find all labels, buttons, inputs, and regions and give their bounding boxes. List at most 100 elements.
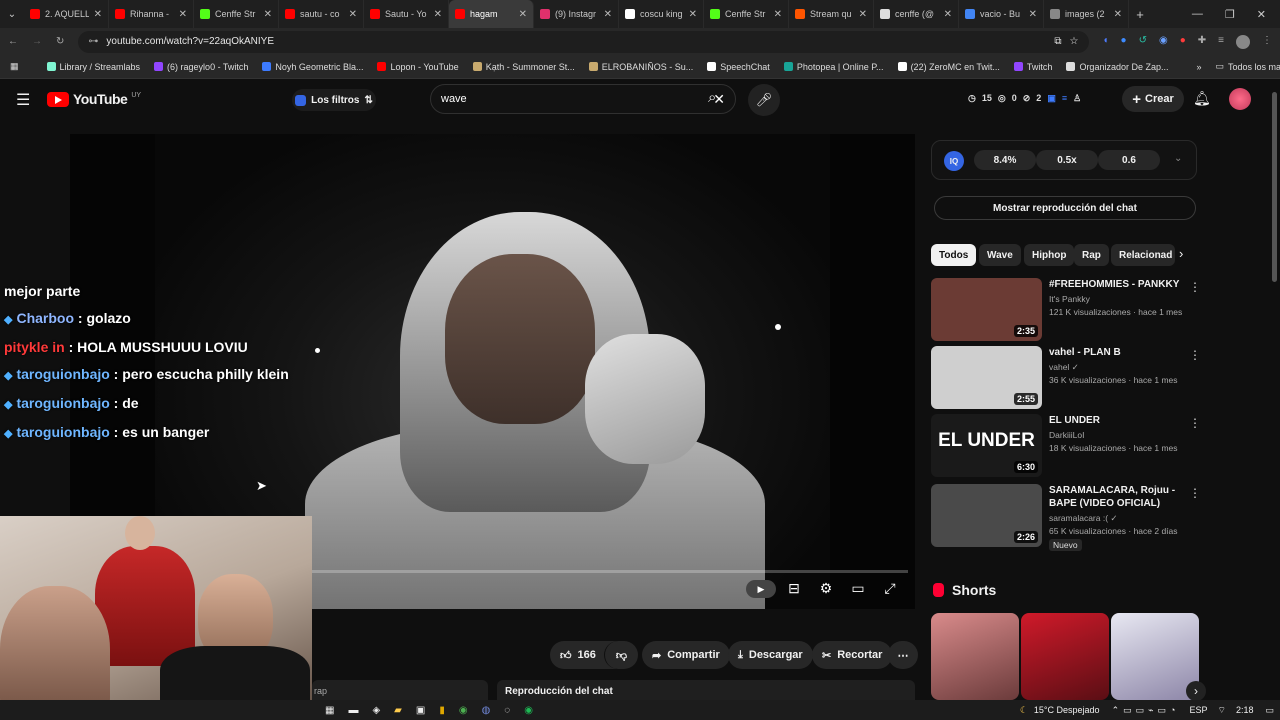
folder-icon[interactable]: ▰	[394, 705, 402, 716]
browser-tab[interactable]: Rihanna - ✕	[109, 0, 194, 28]
close-tab-icon[interactable]: ✕	[264, 9, 272, 20]
browser-tab[interactable]: images (2 ✕	[1044, 0, 1129, 28]
back-icon[interactable]: ←	[8, 36, 18, 47]
search-icon[interactable]: ⌕	[708, 89, 716, 106]
iq-icon[interactable]: IQ	[944, 151, 964, 171]
video-title[interactable]: #FREEHOMMIES - PANKKY	[1049, 278, 1189, 291]
trophy-icon[interactable]: ♙	[1073, 93, 1081, 104]
bookmark-item[interactable]: SpeechChat	[707, 62, 770, 72]
browser-tab[interactable]: sautu - co ✕	[279, 0, 364, 28]
bookmark-item[interactable]: Organizador De Zap...	[1066, 62, 1168, 72]
subtitles-icon[interactable]: ⊟	[784, 575, 804, 601]
browser-tab[interactable]: (9) Instagr ✕	[534, 0, 619, 28]
dislike-button[interactable]: 👎︎	[604, 641, 638, 669]
more-options-icon[interactable]: ⋮	[1189, 348, 1201, 362]
fullscreen-icon[interactable]: ⤢	[880, 575, 900, 601]
all-bookmarks[interactable]: ▭ Todos los marcadores	[1216, 61, 1280, 72]
taskbar-app-icon[interactable]: ▬	[348, 705, 358, 716]
system-tray-icons[interactable]: ⌃▭▭⌁▭◔	[1112, 705, 1180, 716]
browser-tab[interactable]: hagam ✕	[449, 0, 534, 28]
more-options-icon[interactable]: ⋮	[1189, 486, 1201, 500]
settings-gear-icon[interactable]: ⚙	[816, 575, 836, 601]
language-indicator[interactable]: ESP	[1189, 705, 1207, 715]
bookmark-star-icon[interactable]: ☆	[1070, 36, 1079, 47]
notifications-bell-icon[interactable]: 🔔︎	[1193, 90, 1211, 107]
video-thumbnail[interactable]: EL UNDER 6:30	[931, 414, 1042, 477]
site-info-icon[interactable]: ⊶	[88, 36, 98, 47]
browser-tab[interactable]: vacio - Bu ✕	[959, 0, 1044, 28]
notification-icon[interactable]: ▭	[1265, 705, 1274, 716]
discord-icon[interactable]: ◍	[482, 705, 491, 716]
browser-tab[interactable]: Stream qu ✕	[789, 0, 874, 28]
filter-chip[interactable]: Relacionad	[1111, 244, 1175, 266]
related-video[interactable]: 2:55 vahel - PLAN B vahel ✓ 36 K visualizac…	[931, 346, 1201, 412]
channel-name[interactable]: It's Pankky	[1049, 294, 1090, 304]
autoplay-toggle[interactable]: ▶	[746, 580, 776, 598]
browser-tab[interactable]: Cenffe Str ✕	[194, 0, 279, 28]
bookmark-item[interactable]: (22) ZeroMC en Twit...	[897, 62, 1000, 72]
download-button[interactable]: ⤓ Descargar	[728, 641, 813, 669]
video-title[interactable]: vahel - PLAN B	[1049, 346, 1189, 359]
weather-text[interactable]: 15°C Despejado	[1034, 705, 1100, 715]
scrollbar-thumb[interactable]	[1272, 92, 1277, 282]
progress-bar[interactable]	[312, 570, 908, 573]
url-field[interactable]: ⊶ youtube.com/watch?v=22aqOkANIYE ⧉ ☆	[78, 30, 1089, 53]
reload-icon[interactable]: ↻	[56, 36, 64, 47]
steam-icon[interactable]: ◈	[372, 705, 380, 716]
forward-icon[interactable]: →	[32, 36, 42, 47]
close-tab-icon[interactable]: ✕	[689, 9, 697, 20]
apps-icon[interactable]: ▦	[10, 61, 19, 72]
extension-icon[interactable]: ◖	[1103, 35, 1109, 49]
spotify-icon[interactable]: ◉	[524, 705, 533, 716]
account-avatar[interactable]	[1229, 88, 1251, 110]
filter-chip[interactable]: Todos	[931, 244, 977, 266]
close-tab-icon[interactable]: ✕	[1029, 9, 1037, 20]
profile-avatar[interactable]	[1236, 34, 1250, 49]
bookmark-item[interactable]: Noyh Geometric Bla...	[262, 62, 363, 72]
channel-name[interactable]: saramalacara :( ✓	[1049, 513, 1118, 524]
bookmark-item[interactable]: Lopon - YouTube	[377, 62, 459, 72]
close-tab-icon[interactable]: ✕	[604, 9, 612, 20]
more-options-icon[interactable]: ⋮	[1189, 280, 1201, 294]
close-tab-icon[interactable]: ✕	[434, 9, 442, 20]
close-tab-icon[interactable]: ✕	[94, 9, 102, 20]
taskbar-app-icon[interactable]: ▮	[439, 705, 445, 716]
bookmark-item[interactable]: Kạth - Summoner St...	[472, 62, 575, 72]
more-options-icon[interactable]: ⋮	[1189, 416, 1201, 430]
filter-chip[interactable]: Rap	[1074, 244, 1109, 266]
extension-icon[interactable]: ↺	[1139, 35, 1147, 49]
related-video[interactable]: EL UNDER 6:30 EL UNDER DarkiiiLoI 18 K visua…	[931, 414, 1201, 480]
menu-icon[interactable]: ⋮	[1262, 35, 1272, 49]
short-thumbnail[interactable]	[1021, 613, 1109, 700]
extension-icon[interactable]: ◉	[1159, 35, 1168, 49]
list-icon[interactable]: ≡	[1062, 93, 1067, 104]
theater-mode-icon[interactable]: ▭	[848, 575, 868, 601]
short-thumbnail[interactable]	[931, 613, 1019, 700]
chrome-icon[interactable]: ◉	[459, 705, 468, 716]
extension-icon[interactable]: ●	[1180, 35, 1186, 49]
taskbar-app-icon[interactable]: ▣	[416, 705, 425, 716]
close-tab-icon[interactable]: ✕	[774, 9, 782, 20]
video-thumbnail[interactable]: 2:26	[931, 484, 1042, 547]
close-window-icon[interactable]: ✕	[1257, 8, 1266, 21]
speed-value[interactable]: 0.5x	[1036, 150, 1098, 170]
search-input[interactable]: wave ✕	[430, 84, 736, 114]
iq-icon[interactable]: ▣	[1047, 93, 1056, 104]
bookmark-item[interactable]: Photopea | Online P...	[783, 62, 884, 72]
restore-icon[interactable]: ❐	[1225, 8, 1235, 21]
bookmark-item[interactable]: ELROBANIÑOS - Su...	[588, 62, 693, 72]
share-button[interactable]: ➦ Compartir	[642, 641, 730, 669]
chevron-down-icon[interactable]: ⌄	[1174, 153, 1182, 164]
description-bar[interactable]: rap	[312, 680, 488, 702]
browser-tab[interactable]: 2. AQUELL ✕	[24, 0, 109, 28]
microphone-icon[interactable]: 🎤︎	[748, 84, 780, 116]
close-tab-icon[interactable]: ✕	[519, 9, 527, 20]
close-tab-icon[interactable]: ✕	[349, 9, 357, 20]
video-thumbnail[interactable]: 2:55	[931, 346, 1042, 409]
cast-icon[interactable]: ⧉	[1054, 36, 1061, 47]
channel-name[interactable]: DarkiiiLoI	[1049, 430, 1084, 440]
show-chat-replay-button[interactable]: Mostrar reproducción del chat	[934, 196, 1196, 220]
taskbar-app-icon[interactable]: ▦	[325, 705, 334, 716]
extension-icon[interactable]: ●	[1121, 35, 1127, 49]
video-title[interactable]: EL UNDER	[1049, 414, 1189, 427]
